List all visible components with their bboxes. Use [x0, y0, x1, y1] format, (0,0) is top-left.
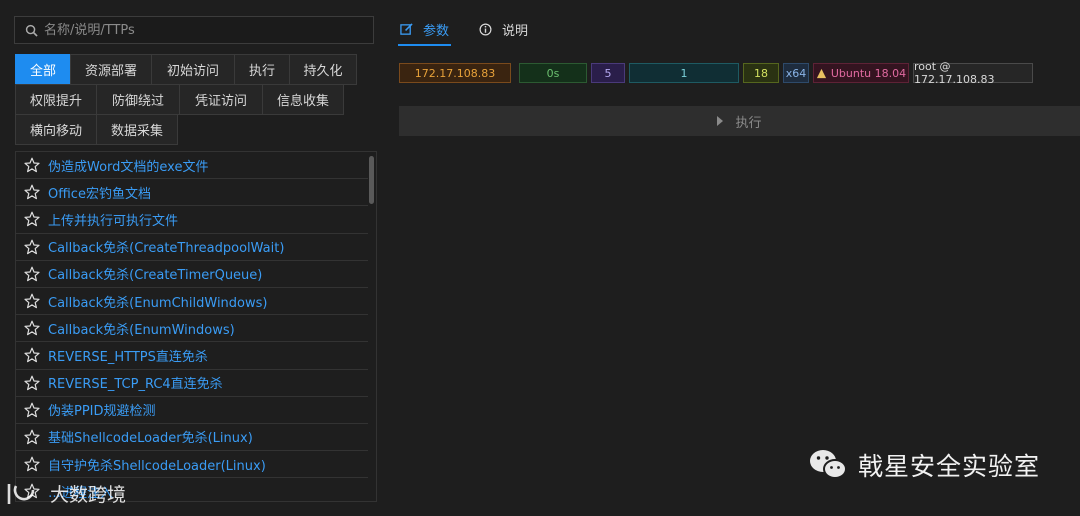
session-id-badge: 5 — [591, 63, 625, 83]
list-item[interactable]: REVERSE_HTTPS直连免杀 — [16, 342, 368, 370]
list-item-label: 上传并执行可执行文件 — [48, 213, 179, 229]
star-icon[interactable] — [24, 402, 40, 418]
star-icon[interactable] — [24, 157, 40, 173]
list-item-label: Callback免杀(EnumChildWindows) — [48, 295, 268, 311]
category-persistence[interactable]: 持久化 — [289, 54, 357, 85]
tab-description-label: 说明 — [502, 23, 529, 39]
tab-params-label: 参数 — [423, 23, 450, 39]
watermark-logo: 大数跨境 — [6, 480, 126, 507]
os-badge: Ubuntu 18.04 — [813, 63, 909, 83]
list-item[interactable]: Callback免杀(CreateThreadpoolWait) — [16, 234, 368, 261]
last-seen-badge: 0s — [519, 63, 587, 83]
module-list: 伪造成Word文档的exe文件 Office宏钓鱼文档上传并执行可执行文件 Call… — [15, 151, 377, 502]
category-credential-access[interactable]: 凭证访问 — [179, 84, 263, 115]
list-item-label: 伪造成Word文档的exe文件 — [48, 159, 209, 175]
tab-description[interactable]: 说明 — [477, 14, 530, 44]
watermark-brand: 戟星安全实验室 — [858, 452, 1041, 481]
execute-button[interactable]: 执行 — [399, 106, 1080, 136]
star-icon[interactable] — [24, 211, 40, 227]
arch-badge: x64 — [783, 63, 809, 83]
os-label: Ubuntu 18.04 — [830, 66, 907, 80]
star-icon[interactable] — [24, 293, 40, 309]
list-item[interactable]: REVERSE_TCP_RC4直连免杀 — [16, 370, 368, 397]
star-icon[interactable] — [24, 456, 40, 472]
list-item[interactable]: 伪装PPID规避检测 — [16, 397, 368, 424]
list-item-label: 自守护免杀ShellcodeLoader(Linux) — [48, 458, 266, 474]
edit-icon — [400, 22, 413, 35]
category-privilege-escalation[interactable]: 权限提升 — [15, 84, 97, 115]
list-item[interactable]: Callback免杀(EnumChildWindows) — [16, 288, 368, 316]
list-item-label: Office宏钓鱼文档 — [48, 186, 151, 202]
pid-badge: 1 — [629, 63, 739, 83]
category-all[interactable]: 全部 — [15, 54, 71, 85]
category-execution[interactable]: 执行 — [234, 54, 290, 85]
detail-tabs: 参数 说明 — [398, 14, 556, 46]
list-item[interactable]: Callback免杀(EnumWindows) — [16, 315, 368, 343]
execute-label: 执行 — [735, 115, 762, 131]
category-initial-access[interactable]: 初始访问 — [151, 54, 235, 85]
search-icon — [25, 24, 38, 37]
list-item-label: Callback免杀(EnumWindows) — [48, 322, 235, 338]
list-item-label: REVERSE_HTTPS直连免杀 — [48, 349, 208, 365]
watermark: 戟星安全实验室 — [808, 447, 1040, 483]
list-item-label: 基础ShellcodeLoader免杀(Linux) — [48, 431, 253, 447]
list-item-label: 伪装PPID规避检测 — [48, 404, 156, 420]
play-icon — [717, 116, 724, 126]
star-icon[interactable] — [24, 320, 40, 336]
user-host-badge: root @ 172.17.108.83 — [913, 60, 1033, 86]
category-discovery[interactable]: 信息收集 — [262, 84, 344, 115]
star-icon[interactable] — [24, 429, 40, 445]
info-icon — [479, 23, 492, 35]
list-item[interactable]: 伪造成Word文档的exe文件 — [16, 152, 368, 180]
count-badge: 18 — [743, 63, 779, 83]
watermark-logo-text: 大数跨境 — [50, 484, 127, 506]
linux-icon — [816, 68, 826, 78]
category-lateral-movement[interactable]: 横向移动 — [15, 114, 97, 145]
list-item[interactable]: 自守护免杀ShellcodeLoader(Linux) — [16, 451, 368, 479]
category-defense-evasion[interactable]: 防御绕过 — [96, 84, 180, 115]
list-item-label: Callback免杀(CreateTimerQueue) — [48, 268, 263, 284]
category-filter: 全部 资源部署 初始访问 执行 持久化 权限提升 防御绕过 凭证访问 信息收集 … — [15, 54, 375, 145]
tab-params[interactable]: 参数 — [398, 14, 452, 46]
star-icon[interactable] — [24, 375, 40, 391]
list-item-label: REVERSE_TCP_RC4直连免杀 — [48, 377, 223, 393]
star-icon[interactable] — [24, 239, 40, 255]
brand-logo-icon — [7, 483, 35, 504]
category-resource-deployment[interactable]: 资源部署 — [70, 54, 152, 85]
list-item[interactable]: 上传并执行可执行文件 — [16, 206, 368, 234]
list-item[interactable]: Office宏钓鱼文档 — [16, 179, 368, 207]
list-item-label: Callback免杀(CreateThreadpoolWait) — [48, 241, 285, 257]
ip-badge: 172.17.108.83 — [399, 63, 511, 83]
wechat-icon — [810, 450, 847, 479]
session-info-bar: 172.17.108.83 0s 5 1 18 x64 Ubuntu 18.04… — [399, 60, 1037, 86]
star-icon[interactable] — [24, 184, 40, 200]
category-collection[interactable]: 数据采集 — [96, 114, 178, 145]
star-icon[interactable] — [24, 347, 40, 363]
search-input[interactable] — [42, 21, 366, 39]
list-item[interactable]: 基础ShellcodeLoader免杀(Linux) — [16, 424, 368, 452]
list-scrollbar[interactable] — [369, 156, 374, 204]
search-box[interactable] — [14, 16, 374, 44]
star-icon[interactable] — [24, 266, 40, 282]
list-item[interactable]: Callback免杀(CreateTimerQueue) — [16, 261, 368, 288]
